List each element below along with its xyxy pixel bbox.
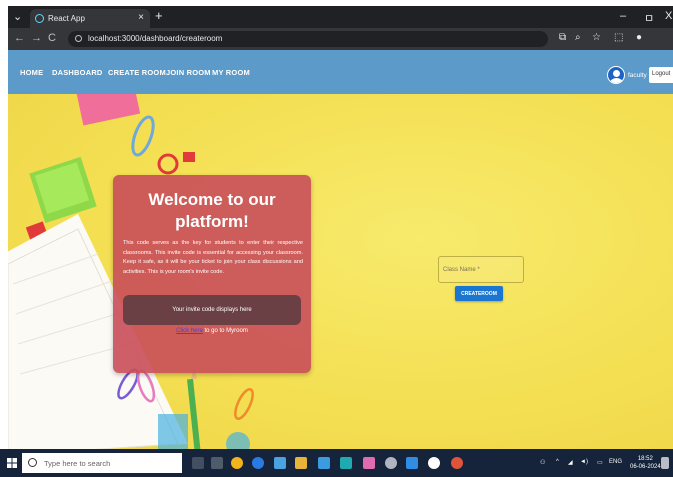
extensions-icon[interactable]: ⬚ [614, 32, 623, 43]
user-avatar-icon[interactable] [607, 66, 625, 84]
invite-code-display: Your invite code displays here [123, 295, 301, 325]
url-field[interactable]: localhost:3000/dashboard/createroom [68, 31, 548, 47]
clock-date: 06-06-2024 [630, 464, 661, 470]
tab-search-chevron-icon[interactable]: ⌄ [13, 10, 22, 23]
create-room-button[interactable]: CREATEROOM [455, 286, 503, 301]
nav-join-room[interactable]: JOIN ROOM [166, 68, 211, 77]
network-icon[interactable]: ◢ [568, 459, 573, 466]
chrome-profile-icon[interactable] [451, 457, 463, 469]
profile-icon[interactable]: ● [636, 32, 642, 43]
invite-code-description: This code serves as the key for students… [123, 240, 303, 275]
nav-my-room[interactable]: MY ROOM [212, 68, 250, 77]
file-explorer-icon[interactable] [295, 457, 307, 469]
back-button[interactable]: ← [14, 32, 25, 44]
nav-home[interactable]: HOME [20, 68, 43, 77]
store-icon[interactable] [318, 457, 330, 469]
browser-window: ⌄ React App × + – ㅁ X ← → C localhost:30… [8, 6, 673, 455]
notification-icon[interactable] [661, 457, 669, 469]
close-window-button[interactable]: X [665, 10, 672, 22]
class-name-label: Class Name * [443, 267, 480, 273]
forward-button[interactable]: → [31, 32, 42, 44]
microphone-icon[interactable] [192, 457, 204, 469]
vscode-icon[interactable] [406, 457, 418, 469]
logout-button[interactable]: Logout [649, 67, 673, 83]
chrome-icon[interactable] [231, 457, 243, 469]
windows-start-icon[interactable] [7, 458, 17, 468]
react-favicon-icon [35, 14, 44, 23]
taskbar-search-placeholder: Type here to search [44, 459, 111, 468]
minimize-button[interactable]: – [620, 10, 626, 22]
illustrator-icon[interactable] [363, 457, 375, 469]
bookmark-star-icon[interactable]: ☆ [592, 32, 601, 43]
clock-time: 18:52 [637, 456, 653, 462]
stationery-background-image [8, 94, 254, 455]
site-info-icon[interactable] [75, 35, 82, 42]
username-label: faculty [628, 72, 647, 79]
welcome-card: Welcome to our platform! This code serve… [113, 175, 311, 373]
language-indicator[interactable]: ENG [609, 459, 622, 465]
nav-dashboard[interactable]: DASHBOARD [52, 68, 103, 77]
app-icon[interactable] [340, 457, 352, 469]
tray-chevron-icon[interactable]: ^ [556, 459, 559, 465]
taskbar-clock[interactable]: 18:52 06-06-2024 [630, 455, 661, 471]
address-bar-row: ← → C localhost:3000/dashboard/createroo… [8, 28, 673, 50]
myroom-link-line: Click here to go to Myroom [121, 328, 303, 334]
reload-button[interactable]: C [48, 32, 56, 44]
nav-create-room[interactable]: CREATE ROOM [108, 68, 166, 77]
zoom-icon[interactable]: ⌕ [575, 32, 581, 43]
myroom-link-suffix: to go to Myroom [202, 328, 248, 334]
create-room-page: Welcome to our platform! This code serve… [8, 94, 673, 455]
windows-taskbar: Type here to search ⚇ ^ ◢ ◄) ▭ ENG 18:52… [0, 449, 673, 477]
settings-gear-icon[interactable] [385, 457, 397, 469]
app-navbar: HOME DASHBOARD CREATE ROOM JOIN ROOM MY … [8, 50, 673, 94]
task-view-icon[interactable] [211, 457, 223, 469]
browser-tab[interactable]: React App × [30, 9, 150, 28]
photos-icon[interactable] [274, 457, 286, 469]
edge-icon[interactable] [252, 457, 264, 469]
tab-close-icon[interactable]: × [138, 12, 144, 23]
tab-title: React App [48, 14, 85, 23]
new-tab-button[interactable]: + [155, 8, 163, 23]
class-name-input[interactable]: Class Name * [438, 256, 524, 283]
screen-cast-icon[interactable]: ⧉ [559, 32, 566, 43]
keyboard-icon[interactable]: ▭ [597, 459, 603, 466]
click-here-link[interactable]: Click here [176, 328, 203, 334]
cortana-icon [28, 458, 37, 467]
maximize-button[interactable]: ㅁ [644, 10, 654, 26]
tab-bar: ⌄ React App × + – ㅁ X [8, 6, 673, 28]
taskbar-search-box[interactable]: Type here to search [22, 453, 182, 473]
url-text: localhost:3000/dashboard/createroom [88, 34, 223, 43]
people-icon[interactable]: ⚇ [540, 459, 545, 466]
welcome-title: Welcome to our platform! [148, 190, 276, 231]
app-circle-icon[interactable] [428, 457, 440, 469]
volume-icon[interactable]: ◄) [580, 459, 588, 465]
